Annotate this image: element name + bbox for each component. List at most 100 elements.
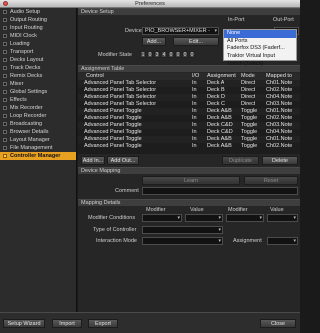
column-assignment[interactable]: Assignment <box>205 73 236 80</box>
column-mapped-to[interactable]: Mapped to <box>264 73 292 80</box>
table-row[interactable]: Advanced Panel Tab Selector In Deck A Direc… <box>78 80 300 87</box>
checkbox-icon <box>3 42 7 46</box>
sidebar-item-broadcasting[interactable]: Broadcasting <box>0 120 76 128</box>
sidebar-item-mix-recorder[interactable]: Mix Recorder <box>0 104 76 112</box>
device-label: Device <box>125 28 142 34</box>
modifier-state-3: 3 <box>154 51 160 58</box>
port-option-none[interactable]: None <box>224 30 296 38</box>
checkbox-icon <box>3 122 7 126</box>
interaction-mode-select[interactable]: ▾ <box>142 237 223 245</box>
add-device-button[interactable]: Add... <box>142 37 166 46</box>
sidebar-item-remix-decks[interactable]: Remix Decks <box>0 72 76 80</box>
window-title: Preferences <box>135 1 165 7</box>
comment-input[interactable] <box>142 187 298 195</box>
table-column-headers: Control I/O Assignment Mode Mapped to <box>78 73 300 80</box>
value-column-label: Value <box>190 207 204 213</box>
sidebar-item-output-routing[interactable]: Output Routing <box>0 16 76 24</box>
out-port-label: Out-Port <box>273 17 294 23</box>
port-option-all-ports[interactable]: All Ports <box>224 38 296 46</box>
sidebar-item-layout-manager[interactable]: Layout Manager <box>0 136 76 144</box>
sidebar-item-browser-details[interactable]: Browser Details <box>0 128 76 136</box>
value-column-label-2: Value <box>270 207 284 213</box>
chevron-down-icon: ▾ <box>293 238 296 244</box>
sidebar-item-transport[interactable]: Transport <box>0 48 76 56</box>
table-row[interactable]: Advanced Panel Toggle In Deck C&D Toggle Ch0… <box>78 129 300 136</box>
table-row[interactable]: Advanced Panel Tab Selector In Deck D Direc… <box>78 94 300 101</box>
port-option-faderfox[interactable]: Faderfox DS3 (Faderf... <box>224 45 296 53</box>
add-out-button[interactable]: Add Out... <box>107 156 139 165</box>
learn-button[interactable]: Learn <box>142 176 240 185</box>
column-control[interactable]: Control <box>84 73 104 80</box>
modifier-column-label-2: Modifier <box>228 207 248 213</box>
sidebar-item-audio-setup[interactable]: Audio Setup <box>0 8 76 16</box>
sidebar-item-midi-clock[interactable]: MIDI Clock <box>0 32 76 40</box>
chevron-down-icon: ▾ <box>214 28 217 34</box>
table-row[interactable]: Advanced Panel Toggle In Deck A&B Toggle Ch0… <box>78 136 300 143</box>
sidebar-item-loop-recorder[interactable]: Loop Recorder <box>0 112 76 120</box>
checkbox-icon <box>3 74 7 78</box>
table-row[interactable]: Advanced Panel Toggle In Deck A&B Toggle Ch0… <box>78 143 300 150</box>
column-io[interactable]: I/O <box>190 73 199 80</box>
chevron-down-icon: ▾ <box>293 215 296 221</box>
preferences-footer: Setup Wizard Import Export Close <box>0 312 300 333</box>
table-row[interactable]: Advanced Panel Tab Selector In Deck B Direc… <box>78 87 300 94</box>
modifier-condition-2-select[interactable]: ▾ <box>226 214 264 222</box>
modifier-condition-1-select[interactable]: ▾ <box>142 214 182 222</box>
modifier-state-label: Modifier State <box>98 52 132 58</box>
checkbox-icon <box>3 90 7 94</box>
checkbox-icon <box>3 34 7 38</box>
export-button[interactable]: Export <box>88 319 118 328</box>
modifier-value-1-select[interactable]: ▾ <box>185 214 223 222</box>
in-port-dropdown-menu: None All Ports Faderfox DS3 (Faderf... T… <box>223 29 297 67</box>
reset-button[interactable]: Reset <box>244 176 298 185</box>
modifier-value-2-select[interactable]: ▾ <box>267 214 298 222</box>
sidebar-item-input-routing[interactable]: Input Routing <box>0 24 76 32</box>
checkbox-icon <box>3 58 7 62</box>
modifier-state-values: 1 0 3 4 0 0 0 0 <box>140 51 200 59</box>
modifier-state-7: 0 <box>182 51 188 58</box>
modifier-state-6: 0 <box>175 51 181 58</box>
checkbox-icon <box>3 138 7 142</box>
sidebar-item-track-decks[interactable]: Track Decks <box>0 64 76 72</box>
table-row[interactable]: Advanced Panel Toggle In Deck A&B Toggle Ch0… <box>78 115 300 122</box>
type-of-controller-select[interactable]: ▾ <box>142 226 223 234</box>
sidebar-item-file-management[interactable]: File Management <box>0 144 76 152</box>
chevron-down-icon: ▾ <box>218 215 221 221</box>
checkbox-icon <box>3 10 7 14</box>
checkbox-icon <box>3 26 7 30</box>
assignment-table: Advanced Panel Tab Selector In Deck A Direc… <box>78 80 300 154</box>
table-row[interactable]: Advanced Panel Toggle In Deck A&B Toggle Ch0… <box>78 108 300 115</box>
checkbox-icon <box>3 146 7 150</box>
edit-device-button[interactable]: Edit... <box>173 37 219 46</box>
interaction-mode-label: Interaction Mode <box>96 238 137 244</box>
add-in-button[interactable]: Add In... <box>81 156 105 165</box>
preferences-sidebar: Audio Setup Output Routing Input Routing… <box>0 8 77 312</box>
modifier-conditions-label: Modifier Conditions <box>88 215 136 221</box>
delete-button[interactable]: Delete <box>262 156 298 165</box>
sidebar-item-mixer[interactable]: Mixer <box>0 80 76 88</box>
port-option-twitch[interactable]: Twitch (Twitch) <box>224 61 296 69</box>
table-row[interactable]: Advanced Panel Toggle In Deck C&D Toggle Ch0… <box>78 122 300 129</box>
duplicate-button[interactable]: Duplicate <box>222 156 259 165</box>
sidebar-item-controller-manager[interactable]: Controller Manager <box>0 152 76 160</box>
chevron-down-icon: ▾ <box>177 215 180 221</box>
sidebar-item-global-settings[interactable]: Global Settings <box>0 88 76 96</box>
checkbox-icon <box>3 98 7 102</box>
sidebar-item-decks-layout[interactable]: Decks Layout <box>0 56 76 64</box>
import-button[interactable]: Import <box>52 319 82 328</box>
checkbox-icon <box>3 106 7 110</box>
title-bar: Preferences <box>0 0 300 8</box>
modifier-state-1: 1 <box>140 51 146 58</box>
setup-wizard-button[interactable]: Setup Wizard <box>3 319 45 328</box>
sidebar-item-loading[interactable]: Loading <box>0 40 76 48</box>
assignment-select[interactable]: ▾ <box>267 237 298 245</box>
device-mapping-header: Device Mapping <box>78 167 300 174</box>
sidebar-item-effects[interactable]: Effects <box>0 96 76 104</box>
port-option-traktor-virtual-input[interactable]: Traktor Virtual Input <box>224 53 296 61</box>
chevron-down-icon: ▾ <box>218 238 221 244</box>
modifier-state-5: 0 <box>168 51 174 58</box>
table-row[interactable]: Advanced Panel Tab Selector In Deck C Direc… <box>78 101 300 108</box>
device-select[interactable]: PIO_BROWSER+MIXER - ▾ <box>142 27 219 35</box>
close-button[interactable]: Close <box>260 319 296 328</box>
column-mode[interactable]: Mode <box>239 73 255 80</box>
